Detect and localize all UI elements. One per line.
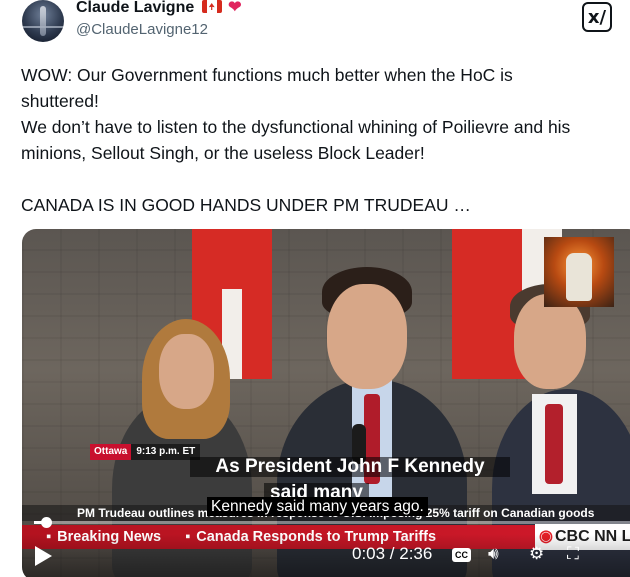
location-label: Ottawa: [90, 444, 132, 460]
channel-watermark: [544, 237, 614, 307]
person-left-face: [159, 334, 214, 409]
tweet-line: CANADA IS IN GOOD HANDS UNDER PM TRUDEAU…: [21, 195, 471, 215]
caption-line-1: As President John F Kennedy: [190, 457, 510, 477]
grok-icon[interactable]: x/: [582, 2, 612, 32]
watermark-bottle: [566, 253, 592, 301]
tweet-text: WOW: Our Government functions much bette…: [21, 62, 630, 218]
location-tag: Ottawa 9:13 p.m. ET: [90, 444, 201, 460]
tweet-line: WOW: Our Government functions much bette…: [21, 65, 513, 85]
tweet-line: minions, Sellout Singh, or the useless B…: [21, 143, 425, 163]
person-right-tie: [545, 404, 563, 484]
play-icon[interactable]: [35, 546, 52, 566]
tweet-line: shuttered!: [21, 91, 99, 111]
video-player[interactable]: Ottawa 9:13 p.m. ET As President John F …: [22, 229, 630, 577]
author-name[interactable]: Claude Lavigne: [76, 0, 194, 16]
progress-bar[interactable]: [34, 517, 630, 528]
canada-flag-icon: [201, 0, 222, 13]
time-readout: 0:03 / 2:36: [352, 544, 433, 563]
author-avatar[interactable]: [22, 0, 64, 42]
tweet-line: We don’t have to listen to the dysfuncti…: [21, 117, 571, 137]
progress-scrubber[interactable]: [40, 517, 52, 528]
author-handle[interactable]: @ClaudeLavigne12: [76, 21, 208, 38]
person-right-face: [514, 294, 586, 389]
speaker-face: [327, 284, 407, 389]
author-name-row[interactable]: Claude Lavigne ❤: [76, 0, 242, 17]
avatar-moon-reflection: [40, 6, 46, 36]
volume-icon[interactable]: 🔊︎: [488, 544, 499, 564]
settings-icon[interactable]: ⚙: [529, 544, 544, 564]
caption-line-3: Kennedy said many years ago.: [207, 497, 428, 516]
heart-icon: ❤: [228, 0, 242, 16]
closed-captions-icon[interactable]: CC: [452, 548, 471, 562]
fullscreen-icon[interactable]: ⛶: [567, 544, 579, 564]
